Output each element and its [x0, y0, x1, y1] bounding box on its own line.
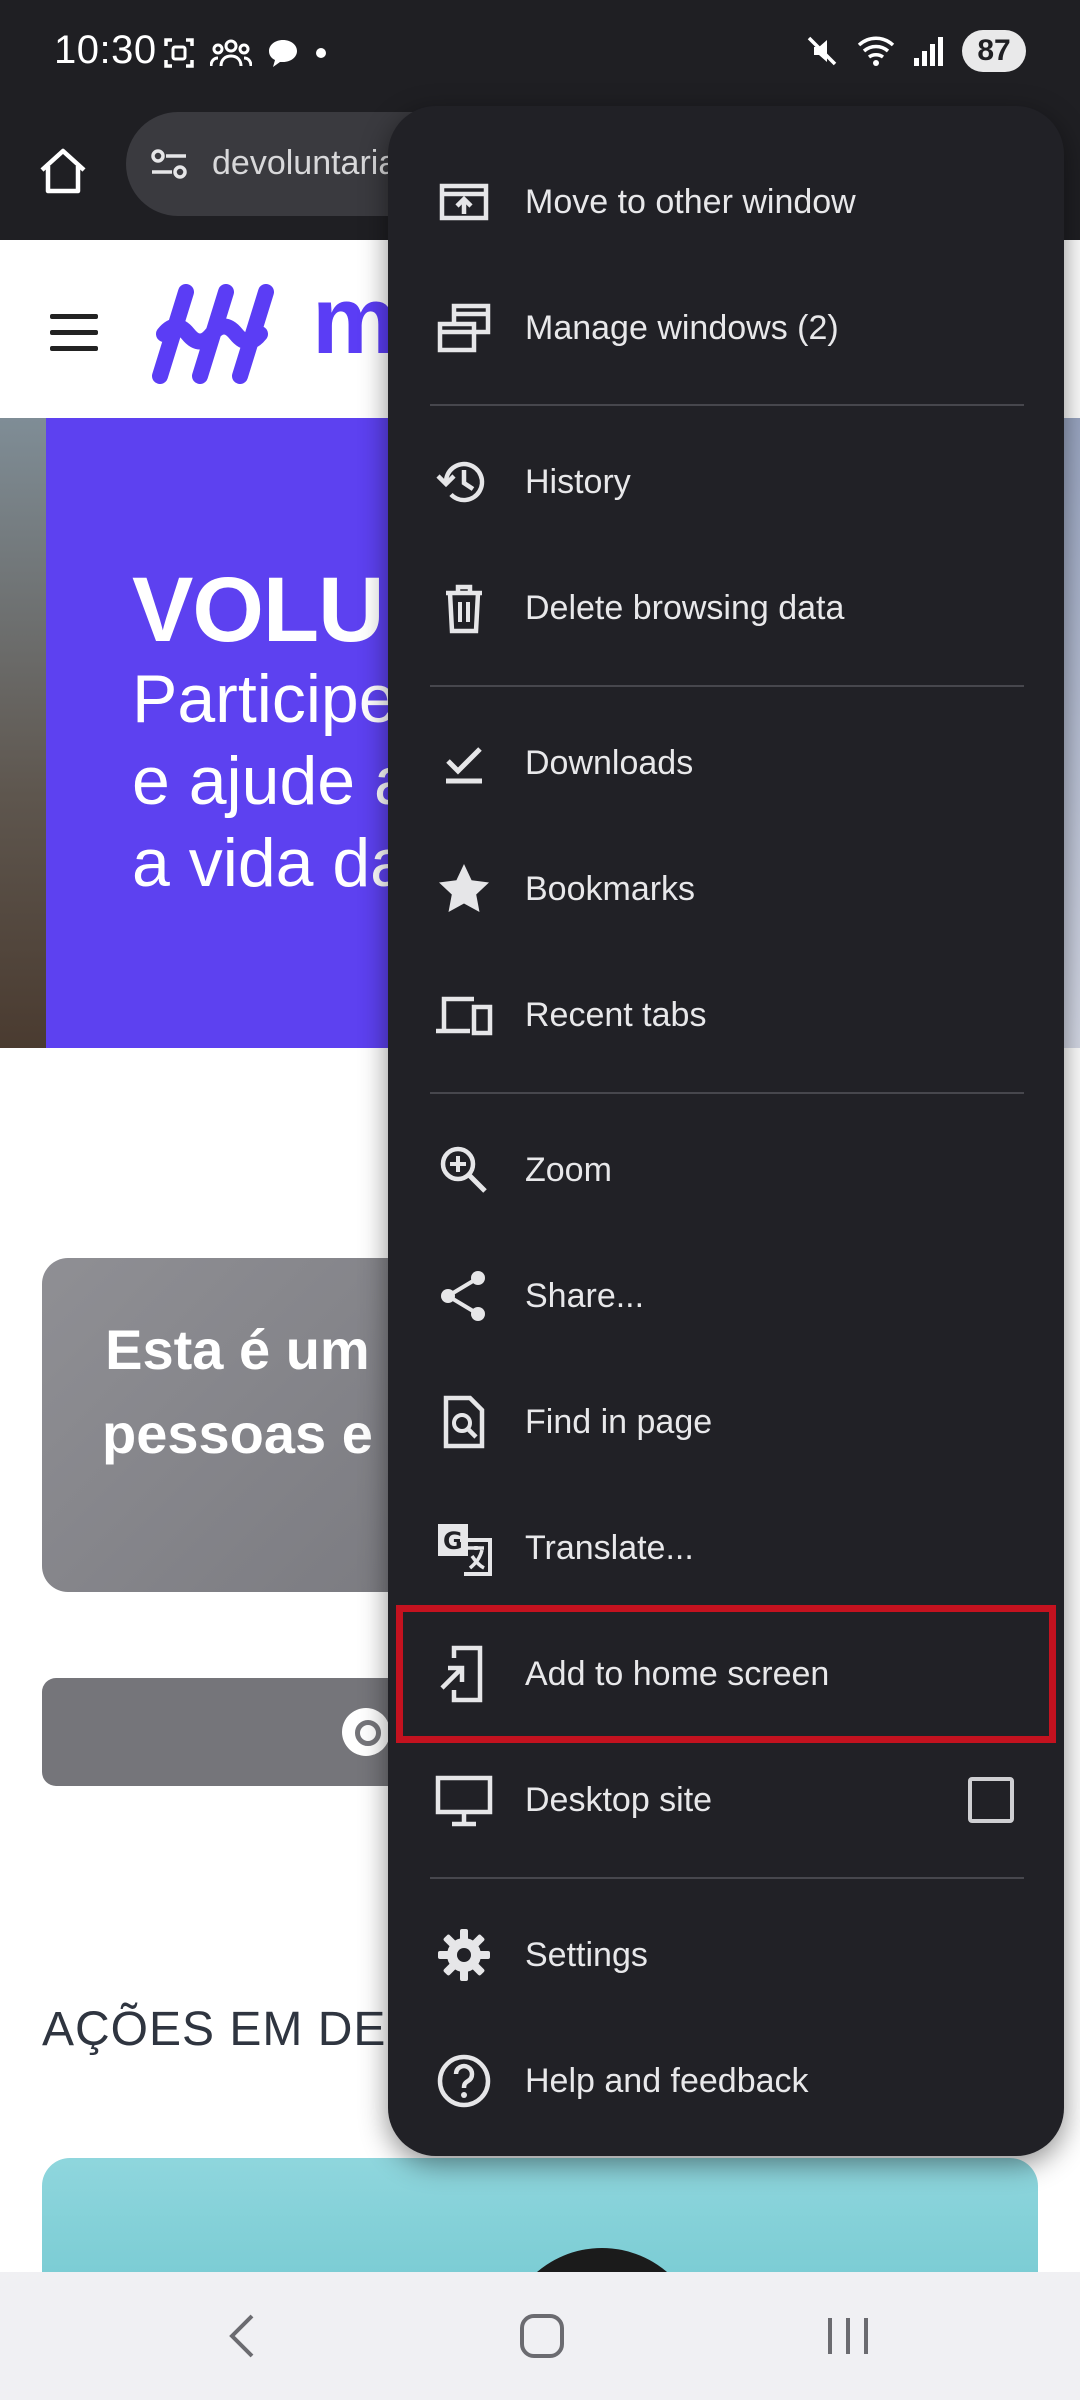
info-card-line-2: pessoas e [102, 1402, 373, 1465]
share-icon [434, 1266, 494, 1326]
hero-title: VOLU [132, 559, 385, 661]
status-bar: 10:30 87 [0, 0, 1080, 108]
browser-overflow-menu: Move to other window Manage windows (2) … [388, 106, 1064, 2156]
featured-action-image[interactable] [42, 2158, 1038, 2272]
menu-item-label: History [525, 462, 631, 501]
find-in-page-icon [434, 1392, 494, 1452]
menu-item-add-to-home-screen[interactable]: Add to home screen [388, 1605, 1064, 1743]
info-card-line-1: Esta é um [105, 1318, 370, 1381]
windows-icon [434, 298, 494, 358]
url-text: devoluntaria [212, 144, 398, 182]
menu-item-label: Settings [525, 1935, 648, 1974]
trash-icon [434, 578, 494, 638]
home-nav-icon[interactable] [514, 2308, 570, 2364]
menu-item-bookmarks[interactable]: Bookmarks [388, 826, 1064, 952]
battery-indicator: 87 [962, 30, 1026, 72]
wifi-icon [857, 36, 895, 66]
menu-item-zoom[interactable]: Zoom [388, 1107, 1064, 1233]
menu-item-downloads[interactable]: Downloads [388, 700, 1064, 826]
menu-item-delete-browsing-data[interactable]: Delete browsing data [388, 545, 1064, 671]
site-logo-text: m [312, 267, 398, 374]
monitor-icon [434, 1770, 494, 1830]
hero-line-1: Participe [132, 661, 397, 737]
home-button[interactable] [30, 138, 96, 204]
menu-divider [430, 685, 1024, 687]
history-icon [434, 452, 494, 512]
menu-item-manage-windows[interactable]: Manage windows (2) [388, 265, 1064, 391]
menu-item-label: Desktop site [525, 1780, 713, 1819]
dot-icon [316, 48, 326, 58]
menu-item-find-in-page[interactable]: Find in page [388, 1359, 1064, 1485]
status-system-icons: 87 [804, 30, 1026, 72]
screenshot-icon [164, 38, 194, 68]
menu-divider [430, 1092, 1024, 1094]
group-icon [210, 39, 252, 67]
menu-item-label: Downloads [525, 743, 694, 782]
menu-divider [430, 1877, 1024, 1879]
hero-line-3: a vida da [132, 825, 408, 901]
desktop-site-checkbox[interactable] [968, 1777, 1014, 1823]
status-time: 10:30 [54, 28, 157, 72]
person-photo [502, 2248, 702, 2272]
menu-item-label: Manage windows (2) [525, 308, 839, 347]
search-icon [342, 1708, 390, 1756]
translate-icon: G [434, 1518, 494, 1578]
hero-photo-left [0, 418, 46, 1048]
hero-line-2: e ajude a [132, 743, 412, 819]
menu-item-label: Move to other window [525, 182, 856, 221]
hero-subtitle: Participe e ajude a a vida da [132, 658, 412, 904]
menu-item-label: Recent tabs [525, 995, 707, 1034]
section-title: AÇÕES EM DES [42, 2003, 420, 2056]
site-settings-icon[interactable] [146, 140, 194, 188]
menu-item-label: Translate... [525, 1528, 694, 1567]
signal-icon [914, 37, 943, 66]
svg-text:G: G [443, 1527, 463, 1555]
menu-item-label: Help and feedback [525, 2061, 809, 2100]
system-navigation-bar [0, 2272, 1080, 2400]
menu-item-desktop-site[interactable]: Desktop site [388, 1737, 1064, 1863]
home-icon [40, 148, 86, 194]
menu-item-label: Share... [525, 1276, 645, 1315]
devices-icon [434, 985, 494, 1045]
download-icon [434, 733, 494, 793]
status-notification-icons [162, 36, 328, 70]
menu-divider [430, 404, 1024, 406]
mute-icon [807, 36, 837, 66]
menu-item-label: Bookmarks [525, 869, 696, 908]
menu-item-history[interactable]: History [388, 419, 1064, 545]
site-logo-icon[interactable] [150, 284, 300, 384]
menu-item-recent-tabs[interactable]: Recent tabs [388, 952, 1064, 1078]
menu-item-share[interactable]: Share... [388, 1233, 1064, 1359]
add-to-home-icon [434, 1644, 494, 1704]
info-card-text: Esta é um pessoas e [102, 1308, 373, 1476]
gear-icon [434, 1925, 494, 1985]
star-icon [434, 859, 494, 919]
move-window-icon [434, 172, 494, 232]
menu-item-move-to-other-window[interactable]: Move to other window [388, 139, 1064, 265]
menu-item-help-and-feedback[interactable]: Help and feedback [388, 2018, 1064, 2144]
menu-item-label: Add to home screen [525, 1654, 830, 1693]
chat-bubble-icon [269, 40, 297, 67]
menu-item-label: Delete browsing data [525, 588, 845, 627]
menu-item-label: Find in page [525, 1402, 713, 1441]
hamburger-menu-icon[interactable] [50, 314, 98, 362]
menu-item-label: Zoom [525, 1150, 612, 1189]
back-icon[interactable] [222, 2308, 262, 2364]
recent-apps-icon[interactable] [820, 2308, 876, 2364]
help-icon [434, 2051, 494, 2111]
menu-item-translate[interactable]: G Translate... [388, 1485, 1064, 1611]
menu-item-settings[interactable]: Settings [388, 1892, 1064, 2018]
zoom-icon [434, 1140, 494, 1200]
